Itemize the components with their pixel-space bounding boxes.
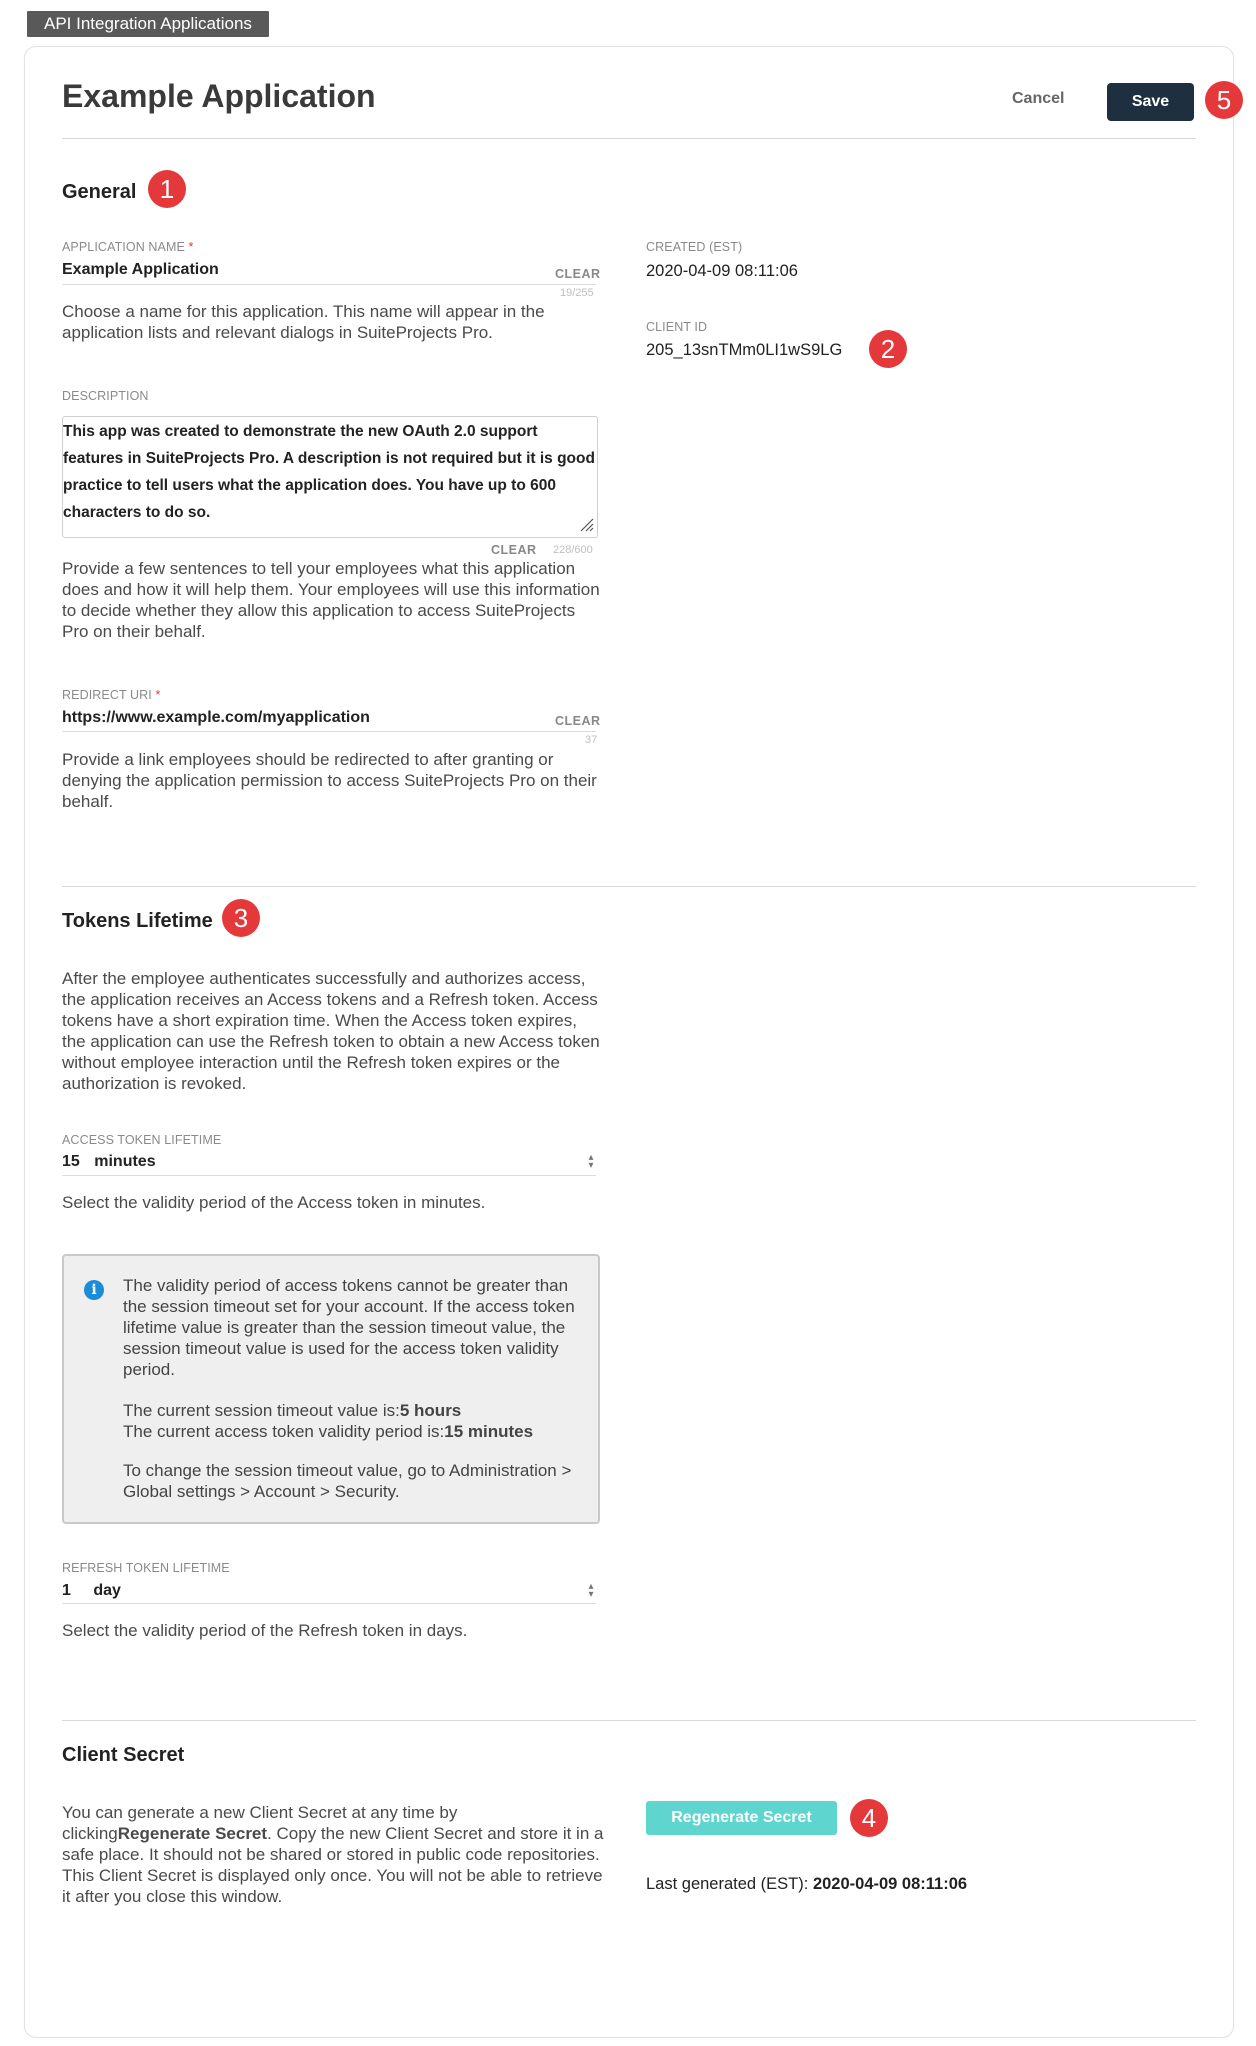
redirect-uri-input[interactable]: https://www.example.com/myapplication bbox=[62, 709, 370, 727]
access-token-underline bbox=[62, 1175, 596, 1176]
redirect-uri-underline bbox=[62, 731, 596, 732]
created-value: 2020-04-09 08:11:06 bbox=[646, 262, 798, 280]
app-name-help: Choose a name for this application. This… bbox=[62, 302, 545, 342]
redirect-uri-clear-button[interactable]: CLEAR bbox=[555, 714, 601, 728]
resize-handle-icon[interactable] bbox=[578, 516, 594, 532]
access-token-value: 15 bbox=[62, 1153, 80, 1170]
access-token-label: ACCESS TOKEN LIFETIME bbox=[62, 1133, 222, 1147]
access-validity-label: The current access token validity period… bbox=[123, 1422, 445, 1441]
description-clear-button[interactable]: CLEAR bbox=[491, 543, 537, 557]
select-arrows-icon[interactable]: ▴ ▾ bbox=[586, 1153, 596, 1171]
app-name-label-text: APPLICATION NAME bbox=[62, 240, 185, 254]
client-secret-help-bold: Regenerate Secret bbox=[117, 1824, 268, 1843]
refresh-token-unit: day bbox=[93, 1582, 121, 1599]
description-label: DESCRIPTION bbox=[62, 389, 149, 403]
section-heading-general: General bbox=[62, 181, 137, 203]
access-validity-value: 15 minutes bbox=[444, 1422, 534, 1441]
app-name-label: APPLICATION NAME * bbox=[62, 240, 193, 254]
access-token-help: Select the validity period of the Access… bbox=[62, 1193, 486, 1212]
client-secret-help: You can generate a new Client Secret at … bbox=[62, 1802, 608, 1907]
callout-badge-4: 4 bbox=[850, 1799, 888, 1837]
refresh-token-value: 1 bbox=[62, 1582, 71, 1599]
refresh-token-select[interactable]: 1 day bbox=[62, 1582, 121, 1600]
info-paragraph-1: The validity period of access tokens can… bbox=[123, 1276, 575, 1379]
access-token-unit: minutes bbox=[94, 1153, 156, 1170]
app-name-underline bbox=[62, 284, 596, 285]
select-arrows-icon[interactable]: ▴ ▾ bbox=[586, 1582, 596, 1600]
info-access-line: The current access token validity period… bbox=[123, 1421, 583, 1442]
description-char-count: 228/600 bbox=[553, 544, 593, 556]
description-text[interactable]: This app was created to demonstrate the … bbox=[63, 418, 601, 526]
refresh-token-label: REFRESH TOKEN LIFETIME bbox=[62, 1561, 230, 1575]
app-name-char-count: 19/255 bbox=[560, 287, 594, 299]
session-timeout-label: The current session timeout value is: bbox=[123, 1401, 400, 1420]
app-name-input[interactable]: Example Application bbox=[62, 261, 219, 279]
description-help: Provide a few sentences to tell your emp… bbox=[62, 559, 600, 641]
callout-badge-1: 1 bbox=[148, 170, 186, 208]
section-heading-client-secret: Client Secret bbox=[62, 1744, 185, 1766]
last-generated-value: 2020-04-09 08:11:06 bbox=[812, 1875, 968, 1893]
save-button[interactable]: Save bbox=[1107, 83, 1194, 121]
access-token-select[interactable]: 15 minutes bbox=[62, 1153, 156, 1171]
callout-badge-3: 3 bbox=[222, 899, 260, 937]
callout-badge-5: 5 bbox=[1205, 81, 1243, 119]
required-marker: * bbox=[188, 240, 194, 254]
last-generated-label: Last generated (EST): bbox=[646, 1875, 809, 1893]
header-divider bbox=[62, 138, 1196, 139]
refresh-token-underline bbox=[62, 1603, 596, 1604]
callout-badge-2: 2 bbox=[869, 330, 907, 368]
required-marker: * bbox=[155, 688, 161, 702]
tokens-intro: After the employee authenticates success… bbox=[62, 969, 600, 1093]
info-paragraph-3: To change the session timeout value, go … bbox=[123, 1461, 572, 1501]
redirect-uri-help: Provide a link employees should be redir… bbox=[62, 750, 597, 811]
info-session-line: The current session timeout value is:5 h… bbox=[123, 1400, 583, 1421]
redirect-uri-char-count: 37 bbox=[585, 734, 598, 746]
app-name-clear-button[interactable]: CLEAR bbox=[555, 267, 601, 281]
cancel-button[interactable]: Cancel bbox=[1012, 90, 1064, 108]
breadcrumb-tab[interactable]: API Integration Applications bbox=[27, 11, 269, 37]
page-title: Example Application bbox=[62, 78, 376, 114]
section-divider bbox=[62, 886, 1196, 887]
client-id-label: CLIENT ID bbox=[646, 320, 708, 334]
redirect-uri-label: REDIRECT URI * bbox=[62, 688, 160, 702]
last-generated: Last generated (EST): 2020-04-09 08:11:0… bbox=[646, 1875, 967, 1894]
session-timeout-value: 5 hours bbox=[399, 1401, 462, 1420]
regenerate-secret-button[interactable]: Regenerate Secret bbox=[646, 1801, 837, 1835]
created-label: CREATED (EST) bbox=[646, 240, 743, 254]
redirect-uri-label-text: REDIRECT URI bbox=[62, 688, 152, 702]
info-icon: i bbox=[84, 1280, 104, 1300]
section-heading-tokens: Tokens Lifetime bbox=[62, 910, 213, 932]
refresh-token-help: Select the validity period of the Refres… bbox=[62, 1621, 468, 1640]
client-id-value: 205_13snTMm0LI1wS9LG bbox=[646, 341, 843, 359]
section-divider bbox=[62, 1720, 1196, 1721]
